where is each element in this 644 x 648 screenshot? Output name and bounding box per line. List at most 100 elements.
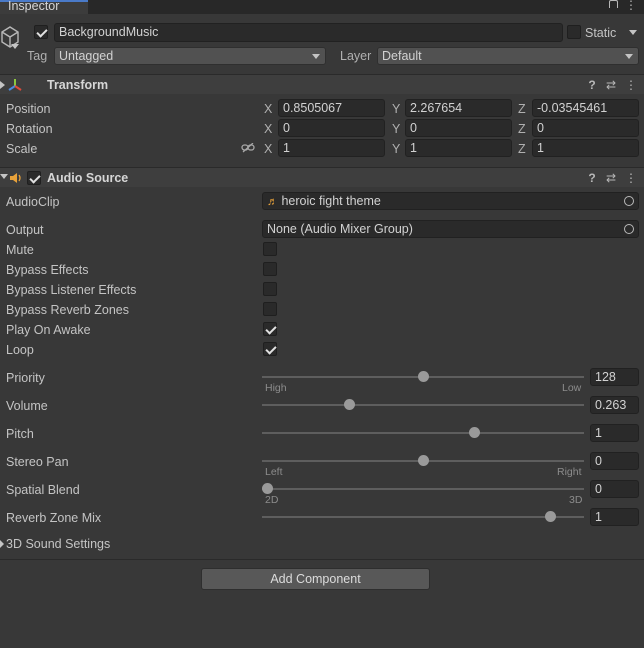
transform-row-label: Rotation (6, 122, 53, 136)
component-menu-icon[interactable]: ⋮ (624, 78, 638, 92)
audioclip-field[interactable]: ♬ heroic fight theme (262, 192, 639, 210)
volume-slider-track[interactable] (262, 404, 584, 406)
audio-clip-icon: ♬ (267, 196, 278, 208)
slider-label: Spatial Blend (6, 483, 80, 497)
output-label: Output (6, 223, 44, 237)
spatial-blend-value-field[interactable]: 0 (590, 480, 639, 498)
component-menu-icon[interactable]: ⋮ (624, 171, 638, 185)
scale-z-value: 1 (537, 141, 544, 155)
static-dropdown-icon[interactable] (629, 30, 637, 35)
reverb-zone-mix-slider-track[interactable] (262, 516, 584, 518)
object-picker-icon[interactable] (624, 196, 634, 206)
toggle-label-bypass-listener-effects: Bypass Listener Effects (6, 283, 137, 297)
static-label: Static (585, 26, 617, 40)
layer-dropdown[interactable]: Default (377, 47, 639, 65)
pitch-slider-knob[interactable] (469, 427, 481, 438)
priority-slider-knob[interactable] (417, 371, 429, 382)
toggle-label-loop: Loop (6, 343, 34, 357)
spatial-blend-slider-track[interactable] (262, 488, 584, 490)
slider-left-tick: High (265, 382, 287, 394)
tag-value: Untagged (59, 49, 114, 63)
slider-right-tick: Low (562, 382, 582, 394)
axis-y-label: Y (392, 142, 401, 156)
position-y-field[interactable]: 2.267654 (405, 99, 512, 117)
add-component-button[interactable]: Add Component (201, 568, 430, 590)
rotation-z-value: 0 (537, 121, 544, 135)
transform-title: Transform (47, 78, 109, 92)
position-x-field[interactable]: 0.8505067 (278, 99, 385, 117)
loop-checkbox[interactable] (263, 342, 277, 356)
presets-icon[interactable]: ⇄ (604, 78, 618, 92)
volume-slider-knob[interactable] (343, 399, 355, 410)
bypass-listener-effects-checkbox[interactable] (263, 282, 277, 296)
output-value: None (Audio Mixer Group) (267, 222, 413, 236)
priority-value-field[interactable]: 128 (590, 368, 639, 386)
audioclip-value: heroic fight theme (281, 194, 381, 208)
audio-source-enabled-checkbox[interactable] (27, 171, 41, 185)
rotation-x-field[interactable]: 0 (278, 119, 385, 137)
position-x-value: 0.8505067 (283, 101, 343, 115)
axis-z-label: Z (518, 102, 526, 116)
transform-row-label: Position (6, 102, 51, 116)
slider-right-tick: 3D (569, 494, 583, 506)
axis-x-label: X (264, 102, 273, 116)
inspector-tab[interactable]: Inspector (0, 0, 88, 14)
object-name-field[interactable]: BackgroundMusic (54, 23, 563, 42)
audio-source-foldout-icon[interactable] (0, 174, 8, 179)
audioclip-label: AudioClip (6, 195, 60, 209)
gameobject-icon-dropdown-icon[interactable] (11, 44, 19, 49)
static-checkbox[interactable] (567, 25, 581, 39)
volume-value-field[interactable]: 0.263 (590, 396, 639, 414)
rotation-y-value: 0 (410, 121, 417, 135)
tag-dropdown[interactable]: Untagged (54, 47, 326, 65)
tab-menu-icon[interactable]: ⋮ (624, 0, 638, 12)
priority-value: 128 (595, 370, 616, 384)
spatial-blend-value: 0 (595, 482, 602, 496)
slider-label: Pitch (6, 427, 34, 441)
presets-icon[interactable]: ⇄ (604, 171, 618, 185)
lock-icon[interactable] (609, 0, 618, 8)
constrain-proportions-icon[interactable] (241, 142, 255, 153)
output-field[interactable]: None (Audio Mixer Group) (262, 220, 639, 238)
help-icon[interactable]: ? (585, 78, 599, 92)
layer-value: Default (382, 49, 422, 63)
slider-label: Volume (6, 399, 48, 413)
stereo-pan-value-field[interactable]: 0 (590, 452, 639, 470)
scale-y-field[interactable]: 1 (405, 139, 512, 157)
spatial-blend-slider-knob[interactable] (262, 483, 273, 494)
audio-source-title: Audio Source (47, 171, 129, 185)
pitch-value-field[interactable]: 1 (590, 424, 639, 442)
position-y-value: 2.267654 (410, 101, 463, 115)
transform-foldout-icon[interactable] (0, 81, 5, 89)
add-component-label: Add Component (270, 572, 361, 586)
slider-left-tick: 2D (265, 494, 279, 506)
scale-x-field[interactable]: 1 (278, 139, 385, 157)
rotation-y-field[interactable]: 0 (405, 119, 512, 137)
help-icon[interactable]: ? (585, 171, 599, 185)
layer-label: Layer (340, 49, 372, 63)
layer-dropdown-icon (625, 54, 633, 59)
play-on-awake-checkbox[interactable] (263, 322, 277, 336)
rotation-x-value: 0 (283, 121, 290, 135)
sound-3d-settings-label[interactable]: 3D Sound Settings (6, 536, 110, 552)
slider-right-tick: Right (557, 466, 582, 478)
position-z-value: -0.03545461 (537, 101, 608, 115)
pitch-slider-track[interactable] (262, 432, 584, 434)
bypass-effects-checkbox[interactable] (263, 262, 277, 276)
rotation-z-field[interactable]: 0 (532, 119, 639, 137)
active-checkbox[interactable] (34, 25, 48, 39)
stereo-pan-slider-knob[interactable] (417, 455, 429, 466)
transform-header[interactable]: Transform ? ⇄ ⋮ (0, 74, 644, 94)
reverb-zone-mix-slider-knob[interactable] (544, 511, 556, 522)
audio-source-header[interactable]: Audio Source ? ⇄ ⋮ (0, 167, 644, 187)
position-z-field[interactable]: -0.03545461 (532, 99, 639, 117)
mute-checkbox[interactable] (263, 242, 277, 256)
inspector-tab-bar (0, 0, 644, 14)
section-divider (0, 559, 644, 560)
sound-3d-foldout-icon[interactable] (0, 540, 4, 548)
reverb-zone-mix-value-field[interactable]: 1 (590, 508, 639, 526)
bypass-reverb-zones-checkbox[interactable] (263, 302, 277, 316)
object-picker-icon[interactable] (624, 224, 634, 234)
scale-z-field[interactable]: 1 (532, 139, 639, 157)
axis-y-label: Y (392, 102, 401, 116)
